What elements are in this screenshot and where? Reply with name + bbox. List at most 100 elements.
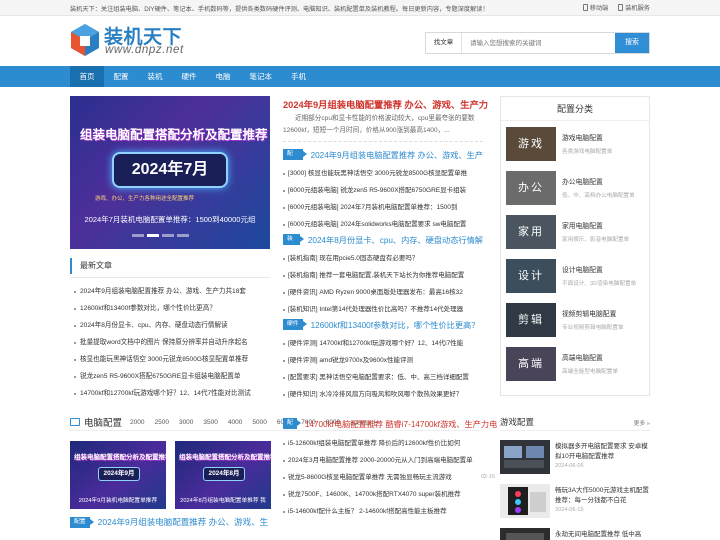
nav-item-pc[interactable]: 电脑 xyxy=(206,66,240,87)
price-filter[interactable]: 2000 xyxy=(130,419,144,426)
sidebar-item-edit[interactable]: 剪辑 视频剪辑电脑配置 专业视频剪辑电脑配置单 xyxy=(506,303,646,337)
list-item[interactable]: 核显也能玩黑神话悟空 3000元锐龙8500G核显配置单推荐 xyxy=(70,351,270,368)
list-item[interactable]: [6000元组装电脑] 2024年solidworks电脑配置要求 sw电脑配置 xyxy=(283,216,483,233)
price-filter[interactable]: 5000 xyxy=(252,419,266,426)
nav-item-phone[interactable]: 手机 xyxy=(282,66,316,87)
more-link[interactable]: 更多 » xyxy=(634,418,650,427)
list-item[interactable]: [硬件知识] 水冷冷排风扇方向吸风和吹风哪个散热效果更好？ xyxy=(283,386,483,403)
nav-item-hardware[interactable]: 硬件 xyxy=(172,66,206,87)
list-item[interactable]: 2024年3月电脑配置推荐 2000-20000元从入门到高端电脑配置单 xyxy=(283,452,495,469)
top-links: 移动端 装机服务 xyxy=(582,3,650,12)
group-title[interactable]: 2024年8月份显卡、cpu、内存、硬盘动态行情解 xyxy=(308,234,483,246)
category-sub: 低、中、高档办公电脑配置单 xyxy=(562,193,635,199)
category-title: 设计电脑配置 xyxy=(562,267,603,274)
list-item[interactable]: 2024年8月份显卡、cpu、内存、硬盘动态行情解读 xyxy=(70,317,270,334)
feature-title[interactable]: 2024年9月组装电脑配置推荐 办公、游戏、生产力 xyxy=(283,97,488,111)
category-thumb: 家用 xyxy=(506,215,556,249)
monitor-icon xyxy=(70,418,80,426)
price-filter[interactable]: 3500 xyxy=(203,419,217,426)
article-thumb[interactable]: 组装电脑配置搭配分析及配置推荐 2024年8月 2024年8月组装电脑配置单推荐… xyxy=(175,441,271,509)
slider-dot[interactable] xyxy=(162,234,174,237)
sidebar-item-office[interactable]: 办公 办公电脑配置 低、中、高档办公电脑配置单 xyxy=(506,171,646,205)
list-item[interactable]: [装机指南] 现在用pcie5.0固态硬盘有必要吗？ xyxy=(283,250,483,267)
service-link[interactable]: 装机服务 xyxy=(618,3,650,12)
pc-feature-link[interactable]: 配置 2024年9月组装电脑配置推荐 办公、游戏、生 xyxy=(70,516,268,528)
section-title: 电脑配置 xyxy=(84,418,123,429)
list-item[interactable]: [硬件评测] 14700kf和12700kf玩游戏哪个好？12、14代i7性能 xyxy=(283,335,483,352)
article-thumb[interactable]: 组装电脑配置搭配分析及配置推荐 2024年9月 2024年9月装机电脑配置单推荐 xyxy=(70,441,166,509)
slider-dot-active[interactable] xyxy=(147,234,159,237)
game-item[interactable]: 永劫无间电脑配置推荐 低中高 xyxy=(500,528,650,540)
search-button[interactable]: 搜索 xyxy=(615,33,649,53)
list-item[interactable]: [6000元组装电脑] 锐龙zen5 R5-9600X搭配6750GRE显卡组装 xyxy=(283,182,483,199)
game-item[interactable]: 模拟器多开电脑配置要求 安卓模拟10开电脑配置推荐 2024-06-05 xyxy=(500,440,650,478)
group-build: 装机 2024年8月份显卡、cpu、内存、硬盘动态行情解 [装机指南] 现在用p… xyxy=(283,232,483,318)
category-sub: 高端全能型电脑配置单 xyxy=(562,369,618,375)
tag-badge[interactable]: 装机 xyxy=(283,234,304,253)
game-thumb xyxy=(500,484,550,518)
feature-desc: 近期部分cpu和显卡性能的价格波动较大，cpu里最夸张的要数12600kf，短短… xyxy=(283,115,475,134)
sidebar-item-design[interactable]: 设计 设计电脑配置 平面设计、3D渲染电脑配置单 xyxy=(506,259,646,293)
list-item[interactable]: [6000元组装电脑] 2024年7月装机电脑配置单推荐：1500到 xyxy=(283,199,483,216)
pc-config-list: 配置 14700kf电脑配置推荐 酷睿i7-14700kf游戏、生产力电 i5-… xyxy=(283,416,497,520)
group-title[interactable]: 14700kf电脑配置推荐 酷睿i7-14700kf游戏、生产力电 xyxy=(305,418,497,430)
game-item-date: 2024-06-15 xyxy=(555,507,584,513)
price-filter[interactable]: 4000 xyxy=(228,419,242,426)
nav-item-build[interactable]: 装机 xyxy=(138,66,172,87)
tag-badge: 配置 xyxy=(70,516,94,528)
list-item[interactable]: i5-14600kf配什么主板？ 2-14600kf搭配高性能主板推荐 xyxy=(283,503,495,520)
price-filter[interactable]: 2500 xyxy=(154,419,168,426)
site-logo[interactable]: 装机天下 www.dnpz.net xyxy=(68,20,188,60)
search-input[interactable] xyxy=(462,33,615,53)
category-title: 家用电脑配置 xyxy=(562,223,603,230)
category-thumb: 办公 xyxy=(506,171,556,205)
list-item[interactable]: [硬件评测] amd锐龙9700x及9600x性能评测 xyxy=(283,352,483,369)
site-intro: 装机天下：关注组装电脑、DIY硬件、笔记本、手机数码等，提供各类数码硬件评测、电… xyxy=(70,6,489,13)
nav-item-config[interactable]: 配置 xyxy=(104,66,138,87)
list-item[interactable]: 12600kf和13400f参数对比，哪个性价比更高？ xyxy=(70,300,270,317)
hero-slide[interactable]: 组装电脑配置搭配分析及配置推荐 2024年7月 游戏、办公、生产力各种用途全配置… xyxy=(70,96,270,249)
list-item[interactable]: [硬件资讯] AMD Ryzen 9000桌面版处理器发布：最高16核32 xyxy=(283,284,483,301)
logo-url: www.dnpz.net xyxy=(105,44,184,56)
category-sub: 平面设计、3D渲染电脑配置单 xyxy=(562,281,637,287)
group-config: 配置 2024年9月组装电脑配置推荐 办公、游戏、生产 [3000] 核显也能玩… xyxy=(283,147,483,233)
list-item[interactable]: 2024年9月组装电脑配置推荐 办公、游戏、生产力共18套 xyxy=(70,283,270,300)
game-item-title: 畅玩3A大作5000元游戏主机配置推荐：每一分钱都不白花 xyxy=(555,487,649,504)
list-item[interactable]: 批量提取word文档中的图片 保持原分辨率并自动升序起名 xyxy=(70,334,270,351)
list-item[interactable]: 锐龙zen5 R5-9600X搭配6750GRE显卡组装电脑配置单 xyxy=(70,368,270,385)
game-item[interactable]: 畅玩3A大作5000元游戏主机配置推荐：每一分钱都不白花 2024-06-15 xyxy=(500,484,650,522)
search-category[interactable]: 找文章 xyxy=(426,33,462,53)
list-item[interactable]: i5-12600kf组装电脑配置单推荐 降价后的12600kf性价比如何 xyxy=(283,435,495,452)
phone-icon xyxy=(582,4,588,11)
mobile-link[interactable]: 移动端 xyxy=(582,3,609,12)
category-thumb: 剪辑 xyxy=(506,303,556,337)
sidebar-item-game[interactable]: 游戏 游戏电脑配置 各类游戏电脑配置单 xyxy=(506,127,646,161)
game-thumb xyxy=(500,440,550,474)
tag-badge[interactable]: 硬件 xyxy=(283,319,307,330)
game-thumb xyxy=(500,528,550,540)
slider-dot[interactable] xyxy=(132,234,144,237)
list-item[interactable]: 14700kf和12700kf玩游戏哪个好？12、14代7性能对比测试 xyxy=(70,385,270,402)
service-label: 装机服务 xyxy=(625,5,650,12)
sidebar-item-highend[interactable]: 高端 高端电脑配置 高端全能型电脑配置单 xyxy=(506,347,646,381)
list-item[interactable]: [装机指南] 推荐一套电脑配置,装机天下站长为你推荐电脑配置 xyxy=(283,267,483,284)
list-item[interactable]: 锐龙7500F、14600K、14700k搭配RTX4070 super装机推荐 xyxy=(283,486,495,503)
group-title[interactable]: 2024年9月组装电脑配置推荐 办公、游戏、生产 xyxy=(311,149,483,161)
thumb-badge: 2024年9月 xyxy=(98,467,140,481)
list-item[interactable]: [装机知识] Intel第14代处理器性价比高吗？不推荐14代处理器 xyxy=(283,301,483,318)
list-item[interactable]: [配置要求] 黑神话悟空电脑配置要求：低、中、高三档详细配置 xyxy=(283,369,483,386)
group-title[interactable]: 12600kf和13400f参数对比，哪个性价比更高？ xyxy=(311,319,480,331)
tag-badge[interactable]: 配置 xyxy=(283,418,301,437)
nav-item-home[interactable]: 首页 xyxy=(70,66,104,87)
mobile-label: 移动端 xyxy=(589,5,609,12)
slider-dot[interactable] xyxy=(177,234,189,237)
price-filter[interactable]: 3000 xyxy=(179,419,193,426)
list-item[interactable]: [3000] 核显也能玩黑神话悟空 3000元锐龙8500G核显配置单推 xyxy=(283,165,483,182)
list-item[interactable]: 锐龙5-8600G核显电脑配置单推荐 无需独显畅玩主流游戏 02-15 xyxy=(283,469,495,486)
sidebar-item-home[interactable]: 家用 家用电脑配置 家用娱乐、影音电脑配置单 xyxy=(506,215,646,249)
logo-cube-icon xyxy=(71,24,99,56)
nav-item-laptop[interactable]: 笔记本 xyxy=(240,66,282,87)
game-title: 游戏配置 xyxy=(500,417,535,427)
tag-badge[interactable]: 配置 xyxy=(283,149,307,168)
top-bar: 装机天下：关注组装电脑、DIY硬件、笔记本、手机数码等，提供各类数码硬件评测、电… xyxy=(0,0,720,16)
